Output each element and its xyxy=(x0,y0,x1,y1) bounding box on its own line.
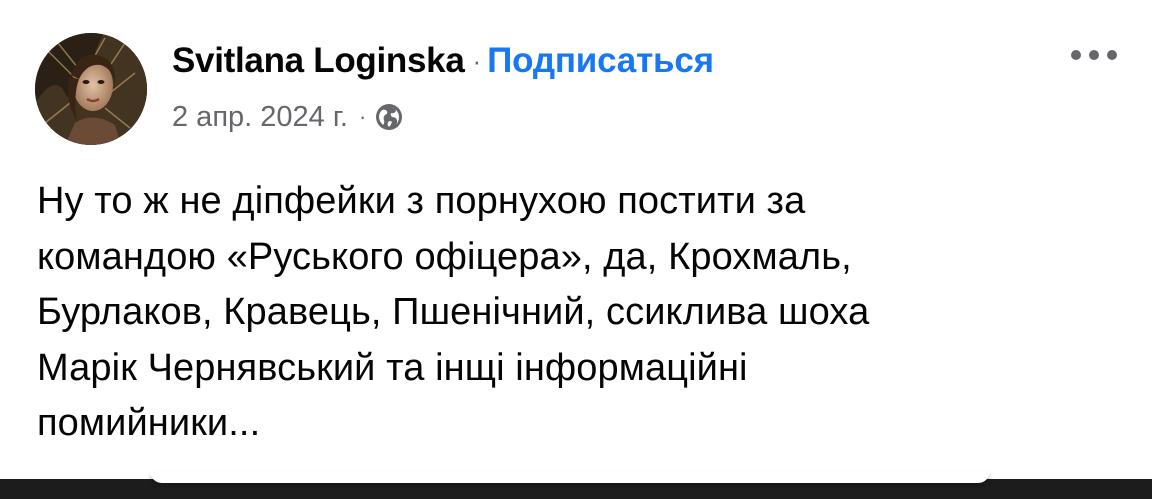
follow-button[interactable]: Подписаться xyxy=(487,41,714,81)
facebook-post: Svitlana Loginska · Подписаться 2 апр. 2… xyxy=(0,0,1152,479)
post-meta-line: 2 апр. 2024 г. · xyxy=(172,97,403,137)
post-date-link[interactable]: 2 апр. 2024 г. xyxy=(172,101,348,134)
more-options-button[interactable] xyxy=(1064,38,1124,72)
post-text-line: командою «Руського офіцера», да, Крохмал… xyxy=(37,235,852,278)
post-text-line: Бурлаков, Кравець, Пшенічний, ссиклива ш… xyxy=(37,291,870,333)
author-avatar[interactable] xyxy=(35,33,147,145)
globe-icon xyxy=(375,103,403,131)
more-horizontal-icon xyxy=(1071,50,1117,60)
header-separator: · xyxy=(472,45,482,76)
meta-separator: · xyxy=(358,104,367,129)
avatar-photo xyxy=(35,33,147,145)
post-text-line: Марік Чернявський та інщі інформаційні xyxy=(37,346,748,389)
post-text-line: Ну то ж не діпфейки з порнухою постити з… xyxy=(37,180,806,222)
post-header-line: Svitlana Loginska · Подписаться xyxy=(172,38,714,84)
post-text-line: помийники... xyxy=(37,402,261,444)
post-body-text: Ну то ж не діпфейки з порнухою постити з… xyxy=(37,174,1037,452)
author-name-link[interactable]: Svitlana Loginska xyxy=(172,41,465,81)
card-bottom-edge xyxy=(150,471,990,483)
